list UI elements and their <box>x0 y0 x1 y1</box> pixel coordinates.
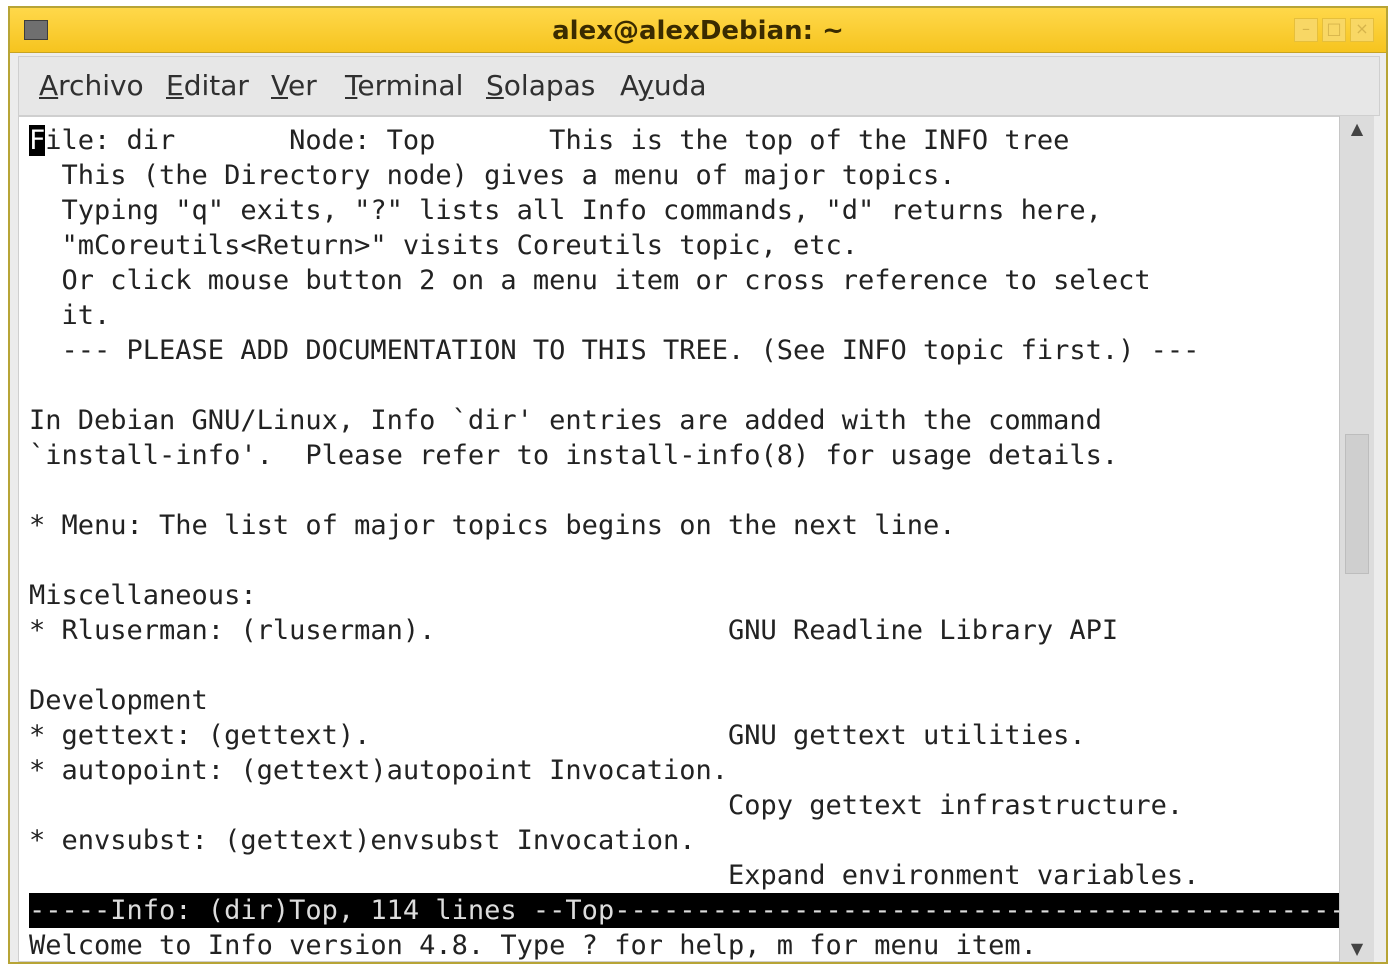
scrollbar[interactable]: ▲ ▼ <box>1339 116 1374 962</box>
terminal-line: * Rluserman: (rluserman). GNU Readline L… <box>29 615 1119 646</box>
terminal-line: it. <box>29 300 111 331</box>
window-title: alex@alexDebian: ~ <box>552 16 844 46</box>
terminal-line: * Menu: The list of major topics begins … <box>29 510 956 541</box>
menu-solapas[interactable]: Solapas <box>486 69 595 102</box>
close-icon[interactable]: × <box>1350 18 1374 42</box>
menu-label: A <box>620 69 638 102</box>
scrollbar-thumb[interactable] <box>1345 434 1369 574</box>
menu-label: rchivo <box>58 69 144 102</box>
terminal-line: Expand environment variables. <box>29 860 1200 891</box>
menu-label: ditar <box>183 69 249 102</box>
scroll-down-icon[interactable]: ▼ <box>1340 936 1374 962</box>
line-text: ile: dir Node: Top This is the top of th… <box>45 125 1070 156</box>
menu-mnemonic: S <box>486 69 504 102</box>
terminal-line: Copy gettext infrastructure. <box>29 790 1184 821</box>
terminal-line: `install-info'. Please refer to install-… <box>29 440 1119 471</box>
menu-archivo[interactable]: Archivo <box>39 69 144 102</box>
menu-mnemonic: A <box>39 69 59 102</box>
menu-editar[interactable]: Editar <box>166 69 249 102</box>
menu-mnemonic: y <box>637 69 654 102</box>
cursor: F <box>29 125 46 156</box>
terminal-line: File: dir Node: Top This is the top of t… <box>29 123 1069 158</box>
menu-label: er <box>287 69 317 102</box>
menu-mnemonic: V <box>271 69 288 102</box>
terminal-line: "mCoreutils<Return>" visits Coreutils to… <box>29 230 859 261</box>
terminal-line: Miscellaneous: <box>29 580 257 611</box>
scroll-up-icon[interactable]: ▲ <box>1340 116 1374 142</box>
terminal-output[interactable]: File: dir Node: Top This is the top of t… <box>18 116 1350 962</box>
maximize-icon[interactable]: □ <box>1322 18 1346 42</box>
menu-ayuda[interactable]: Ayuda <box>620 69 707 102</box>
window-controls: – □ × <box>1294 18 1374 42</box>
menu-label: olapas <box>503 69 596 102</box>
menu-ver[interactable]: Ver <box>271 69 317 102</box>
terminal-line: * envsubst: (gettext)envsubst Invocation… <box>29 825 696 856</box>
menu-mnemonic: E <box>166 69 184 102</box>
menu-bar: Archivo Editar Ver Terminal Solapas Ayud… <box>18 56 1380 116</box>
title-bar[interactable]: alex@alexDebian: ~ – □ × <box>10 8 1386 53</box>
terminal-line: Development <box>29 685 208 716</box>
terminal-line: In Debian GNU/Linux, Info `dir' entries … <box>29 405 1102 436</box>
menu-label: erminal <box>357 69 464 102</box>
menu-label: uda <box>653 69 707 102</box>
terminal-line: * autopoint: (gettext)autopoint Invocati… <box>29 755 728 786</box>
terminal-line: * gettext: (gettext). GNU gettext utilit… <box>29 720 1086 751</box>
menu-mnemonic: T <box>345 69 358 102</box>
terminal-line: Typing "q" exits, "?" lists all Info com… <box>29 195 1102 226</box>
terminal-line: This (the Directory node) gives a menu o… <box>29 160 956 191</box>
terminal-line: --- PLEASE ADD DOCUMENTATION TO THIS TRE… <box>29 335 1200 366</box>
menu-terminal[interactable]: Terminal <box>345 69 463 102</box>
terminal-line: Or click mouse button 2 on a menu item o… <box>29 265 1151 296</box>
info-echo-line: Welcome to Info version 4.8. Type ? for … <box>29 930 1037 961</box>
terminal-window: alex@alexDebian: ~ – □ × Archivo Editar … <box>8 6 1388 964</box>
info-status-line: -----Info: (dir)Top, 114 lines --Top----… <box>29 893 1349 928</box>
minimize-icon[interactable]: – <box>1294 18 1318 42</box>
